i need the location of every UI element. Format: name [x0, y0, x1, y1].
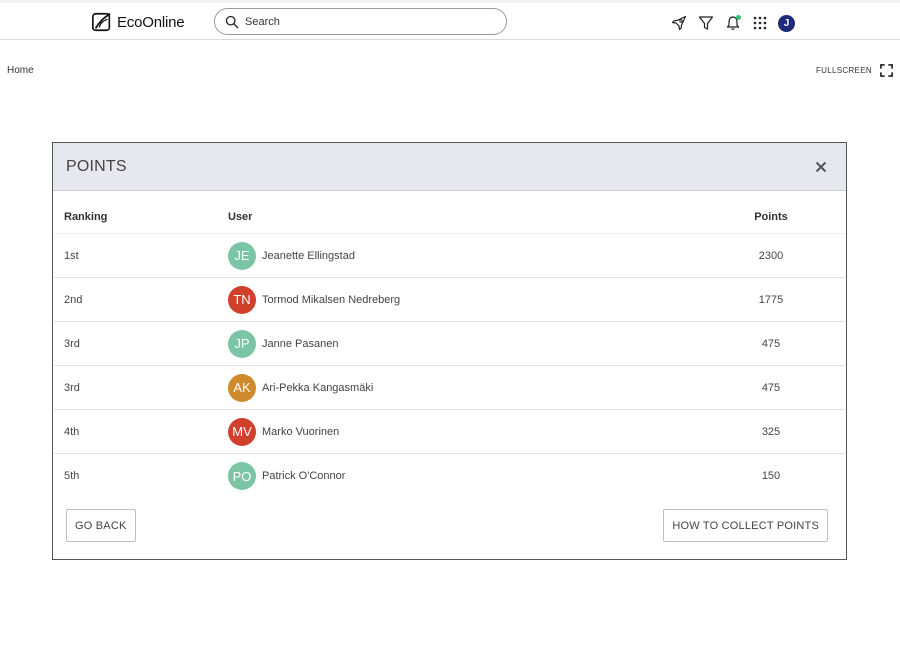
search-box[interactable] — [214, 8, 507, 35]
table-row: 1st JE Jeanette Ellingstad 2300 — [54, 234, 845, 278]
user-cell: JE Jeanette Ellingstad — [228, 241, 701, 270]
points-modal: POINTS Ranking User Points 1st JE Jeanet… — [52, 142, 847, 560]
breadcrumb-home[interactable]: Home — [7, 65, 34, 76]
search-icon — [225, 15, 239, 28]
user-name: Jeanette Ellingstad — [262, 249, 355, 262]
rank-cell: 3rd — [64, 337, 80, 350]
notifications-button[interactable] — [724, 14, 741, 32]
apps-button[interactable] — [751, 15, 768, 32]
search-input[interactable] — [245, 15, 485, 28]
close-button[interactable] — [814, 160, 828, 174]
user-name: Tormod Mikalsen Nedreberg — [262, 293, 401, 306]
table-row: 4th MV Marko Vuorinen 325 — [54, 410, 845, 454]
user-name: Janne Pasanen — [262, 337, 339, 350]
avatar: PO — [228, 462, 256, 490]
points-cell: 150 — [761, 470, 781, 482]
points-table: Ranking User Points 1st JE Jeanette Elli… — [53, 191, 846, 498]
rank-cell: 5th — [64, 470, 80, 482]
ecoonline-logo-icon — [92, 12, 111, 32]
modal-header: POINTS — [53, 143, 846, 191]
user-cell: AK Ari-Pekka Kangasmäki — [228, 373, 701, 402]
avatar: JE — [228, 241, 256, 270]
rank-cell: 3rd — [64, 381, 80, 394]
avatar: AK — [228, 373, 256, 402]
user-avatar[interactable]: J — [778, 14, 795, 32]
header-actions: J — [670, 13, 795, 33]
user-name: Patrick O'Connor — [262, 470, 346, 482]
fullscreen-button[interactable]: FULLSCREEN — [816, 64, 893, 77]
points-cell: 325 — [761, 425, 781, 438]
rocket-button[interactable] — [670, 15, 687, 32]
brand-name: EcoOnline — [117, 13, 185, 31]
points-cell: 2300 — [758, 249, 784, 262]
rank-cell: 2nd — [64, 293, 83, 306]
top-bar: EcoOnline Search J — [0, 0, 900, 40]
column-header-points: Points — [754, 211, 788, 223]
fullscreen-icon — [879, 64, 893, 77]
table-row: 3rd AK Ari-Pekka Kangasmäki 475 — [54, 366, 845, 410]
user-cell: JP Janne Pasanen — [228, 329, 701, 358]
user-name: Ari-Pekka Kangasmäki — [262, 381, 374, 394]
apps-grid-icon — [753, 16, 766, 30]
table-row: 3rd JP Janne Pasanen 475 — [54, 322, 845, 366]
user-cell: MV Marko Vuorinen — [228, 417, 701, 446]
table-row: 2nd TN Tormod Mikalsen Nedreberg 1775 — [54, 278, 845, 322]
user-cell: PO Patrick O'Connor — [228, 462, 701, 490]
close-icon — [815, 161, 827, 172]
column-header-ranking: Ranking — [64, 211, 108, 223]
points-cell: 475 — [761, 381, 781, 394]
column-header-user: User — [228, 211, 253, 223]
modal-footer: GO BACK HOW TO COLLECT POINTS — [66, 509, 828, 543]
avatar: JP — [228, 329, 256, 358]
filter-icon — [698, 16, 713, 30]
table-header-row: Ranking User Points — [54, 191, 845, 234]
points-cell: 475 — [761, 337, 781, 350]
avatar: MV — [228, 417, 256, 446]
rank-cell: 1st — [64, 249, 79, 262]
filter-button[interactable] — [697, 15, 714, 32]
avatar: TN — [228, 285, 256, 314]
rank-cell: 4th — [64, 425, 80, 438]
user-name: Marko Vuorinen — [262, 425, 340, 438]
rocket-icon — [671, 15, 686, 31]
notification-dot — [736, 14, 741, 20]
go-back-button[interactable]: GO BACK — [66, 509, 136, 542]
brand-logo[interactable]: EcoOnline — [91, 10, 185, 34]
fullscreen-label: FULLSCREEN — [816, 66, 872, 75]
table-row: 5th PO Patrick O'Connor 150 — [54, 454, 845, 498]
user-cell: TN Tormod Mikalsen Nedreberg — [228, 285, 701, 314]
modal-title: POINTS — [66, 157, 127, 175]
points-cell: 1775 — [758, 293, 784, 306]
how-to-collect-points-button[interactable]: HOW TO COLLECT POINTS — [663, 509, 828, 542]
